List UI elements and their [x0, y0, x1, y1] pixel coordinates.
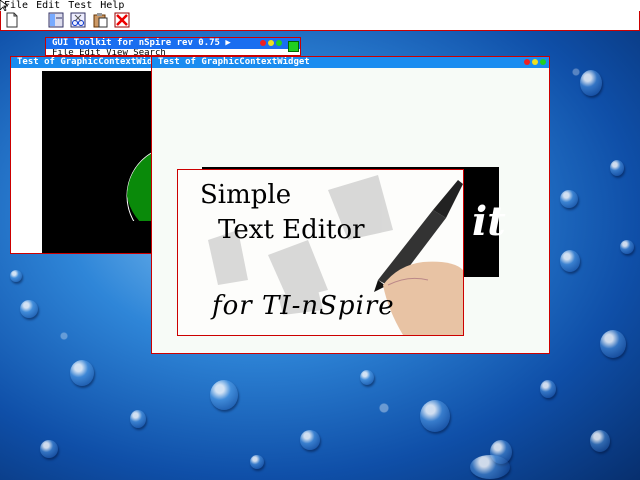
toolbar: [0, 11, 640, 31]
window-content: it Simple Text Editor for TI-nSpire: [152, 68, 549, 353]
window-menu-strip[interactable]: File Edit View Search: [52, 49, 166, 55]
editor-title-line2: Text Editor: [218, 215, 365, 245]
minimize-dot-icon[interactable]: [268, 40, 274, 46]
window-titlebar[interactable]: Test of GraphicContextWidget: [152, 57, 549, 68]
window-titlebar[interactable]: GUI Toolkit for nSpire rev 0.75 ▶: [46, 38, 300, 49]
close-icon[interactable]: [114, 12, 130, 28]
maximize-dot-icon[interactable]: [540, 59, 546, 65]
editor-title-line3: for TI-nSpire: [212, 291, 395, 321]
maximize-dot-icon[interactable]: [276, 40, 282, 46]
window-title: Test of GraphicContextWidget: [17, 57, 151, 67]
editor-title-line1: Simple: [200, 180, 292, 210]
background-image-text: it: [472, 198, 506, 245]
menu-test[interactable]: Test: [64, 0, 96, 11]
graphic-context-window-left[interactable]: Test of GraphicContextWidget: [10, 56, 152, 254]
window-title: GUI Toolkit for nSpire rev 0.75 ▶: [52, 38, 231, 48]
window-title: Test of GraphicContextWidget: [158, 57, 310, 67]
gui-toolkit-window[interactable]: GUI Toolkit for nSpire rev 0.75 ▶ File E…: [45, 37, 301, 56]
window-titlebar[interactable]: Test of GraphicContextWidget: [11, 57, 151, 68]
close-dot-icon[interactable]: [260, 40, 266, 46]
new-icon[interactable]: [4, 12, 20, 28]
paste-icon[interactable]: [92, 12, 108, 28]
resize-handle-icon[interactable]: [288, 41, 299, 52]
menu-edit[interactable]: Edit: [32, 0, 64, 11]
minimize-dot-icon[interactable]: [532, 59, 538, 65]
scissors-icon[interactable]: [70, 12, 86, 28]
canvas-drawing: [124, 152, 152, 253]
text-editor-image: Simple Text Editor for TI-nSpire: [177, 169, 464, 336]
graphic-context-window-right[interactable]: Test of GraphicContextWidget it Simple T…: [151, 56, 550, 354]
layout-icon[interactable]: [48, 12, 64, 28]
close-dot-icon[interactable]: [524, 59, 530, 65]
graphic-canvas[interactable]: [42, 71, 152, 253]
menu-help[interactable]: Help: [96, 0, 128, 11]
